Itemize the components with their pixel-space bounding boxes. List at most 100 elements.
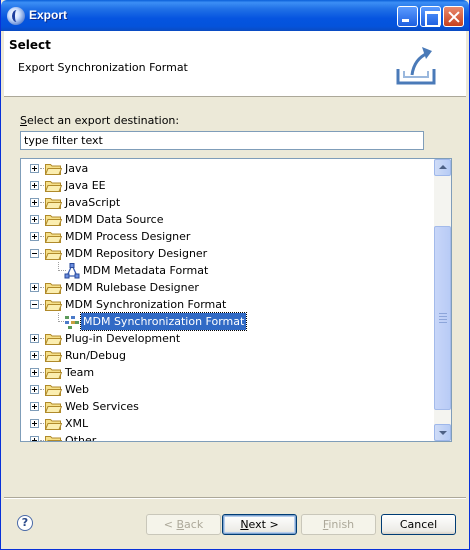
vertical-scrollbar[interactable] [434, 159, 451, 441]
tree-row[interactable]: Plug-in Development [21, 330, 434, 347]
expand-icon[interactable] [30, 232, 39, 241]
back-button-label: ack [184, 518, 204, 531]
cancel-button[interactable]: Cancel [381, 514, 456, 535]
export-dialog: Export Select Export Synchronization For… [0, 0, 470, 550]
folder-icon [45, 435, 63, 441]
folder-icon [44, 231, 63, 243]
tree-row[interactable]: Java [21, 160, 434, 177]
next-button[interactable]: Next > [222, 514, 297, 535]
wizard-banner: Select Export Synchronization Format [4, 31, 466, 97]
tree-row[interactable]: XML [21, 415, 434, 432]
help-icon[interactable]: ? [17, 515, 33, 531]
tree-rows: Java Java EE JavaScript MDM Data Source MDM … [21, 160, 434, 441]
scroll-grip-line [439, 319, 447, 320]
tree-row[interactable]: Java EE [21, 177, 434, 194]
folder-icon [44, 333, 63, 345]
back-button-prefix: < [163, 518, 177, 531]
tree-item-label[interactable]: Team [63, 364, 96, 381]
destination-label-mnemonic: S [20, 114, 27, 127]
scroll-grip-line [439, 316, 447, 317]
folder-icon [44, 350, 63, 362]
tree-row[interactable]: Web Services [21, 398, 434, 415]
footer-separator [4, 497, 466, 499]
synchronization-format-icon [64, 314, 80, 330]
folder-icon [44, 197, 63, 209]
expand-icon[interactable] [30, 351, 39, 360]
page-title: Select [9, 38, 51, 52]
tree-item-label[interactable]: MDM Process Designer [63, 228, 192, 245]
tree-row[interactable]: MDM Data Source [21, 211, 434, 228]
expand-icon[interactable] [30, 436, 39, 441]
next-button-label: ext > [248, 518, 279, 531]
eclipse-app-icon [7, 7, 25, 25]
expand-icon[interactable] [30, 334, 39, 343]
expand-icon[interactable] [30, 283, 39, 292]
tree-row[interactable]: MDM Rulebase Designer [21, 279, 434, 296]
destination-label: Select an export destination: [20, 114, 179, 127]
expand-icon[interactable] [30, 198, 39, 207]
tree-item-label[interactable]: Web Services [63, 398, 141, 415]
minimize-button[interactable] [397, 6, 418, 27]
window-title: Export [29, 8, 68, 22]
folder-icon [44, 299, 63, 311]
destination-tree[interactable]: Java Java EE JavaScript MDM Data Source MDM … [20, 158, 452, 442]
tree-item-label[interactable]: MDM Rulebase Designer [63, 279, 201, 296]
tree-item-label[interactable]: Plug-in Development [63, 330, 182, 347]
tree-row[interactable]: JavaScript [21, 194, 434, 211]
metadata-format-icon [64, 263, 80, 279]
page-description: Export Synchronization Format [18, 61, 188, 74]
title-bar[interactable]: Export [1, 0, 469, 31]
expand-icon[interactable] [30, 215, 39, 224]
scroll-thumb[interactable] [434, 226, 451, 410]
tree-row[interactable]: MDM Synchronization Format [21, 296, 434, 313]
tree-item-label[interactable]: Run/Debug [63, 347, 128, 364]
filter-input[interactable] [20, 131, 424, 150]
expand-icon[interactable] [30, 164, 39, 173]
expand-icon[interactable] [30, 368, 39, 377]
scroll-down-button[interactable] [434, 424, 451, 441]
folder-icon [44, 367, 63, 379]
tree-row[interactable]: MDM Synchronization Format [21, 312, 434, 331]
collapse-icon[interactable] [30, 300, 39, 309]
folder-icon [44, 418, 63, 430]
tree-item-label[interactable]: JavaScript [63, 194, 122, 211]
tree-row[interactable]: Web [21, 381, 434, 398]
tree-row[interactable]: MDM Repository Designer [21, 245, 434, 262]
tree-item-label[interactable]: XML [63, 415, 90, 432]
tree-row[interactable]: Team [21, 364, 434, 381]
tree-item-label[interactable]: Other [63, 432, 98, 441]
folder-icon [44, 401, 63, 413]
folder-icon [44, 282, 63, 294]
folder-icon [44, 214, 63, 226]
close-button[interactable] [443, 6, 464, 27]
tree-item-label[interactable]: Java EE [63, 177, 108, 194]
tree-row[interactable]: Run/Debug [21, 347, 434, 364]
expand-icon[interactable] [30, 402, 39, 411]
maximize-button[interactable] [420, 6, 441, 27]
tree-item-label[interactable]: MDM Metadata Format [81, 262, 210, 279]
destination-label-text: elect an export destination: [26, 114, 180, 127]
tree-item-label[interactable]: Web [63, 381, 91, 398]
folder-icon [44, 248, 63, 260]
tree-row[interactable]: MDM Metadata Format [21, 262, 434, 279]
tree-item-label[interactable]: Java [63, 160, 90, 177]
back-button-mnemonic: B [176, 518, 185, 531]
tree-row[interactable]: Other [21, 432, 434, 441]
tree-item-label[interactable]: MDM Synchronization Format [79, 312, 248, 331]
folder-icon [44, 180, 63, 192]
finish-button[interactable]: Finish [301, 514, 376, 535]
back-button[interactable]: < Back [146, 514, 221, 535]
export-wizard-icon [396, 47, 436, 85]
expand-icon[interactable] [30, 419, 39, 428]
tree-item-label[interactable]: MDM Repository Designer [63, 245, 209, 262]
tree-item-label[interactable]: MDM Data Source [63, 211, 166, 228]
expand-icon[interactable] [30, 181, 39, 190]
folder-icon [44, 384, 63, 396]
tree-item-label[interactable]: MDM Synchronization Format [63, 296, 228, 313]
scroll-grip-line [439, 322, 447, 323]
scroll-grip-line [439, 313, 447, 314]
tree-row[interactable]: MDM Process Designer [21, 228, 434, 245]
expand-icon[interactable] [30, 385, 39, 394]
collapse-icon[interactable] [30, 249, 39, 258]
scroll-up-button[interactable] [434, 159, 451, 176]
